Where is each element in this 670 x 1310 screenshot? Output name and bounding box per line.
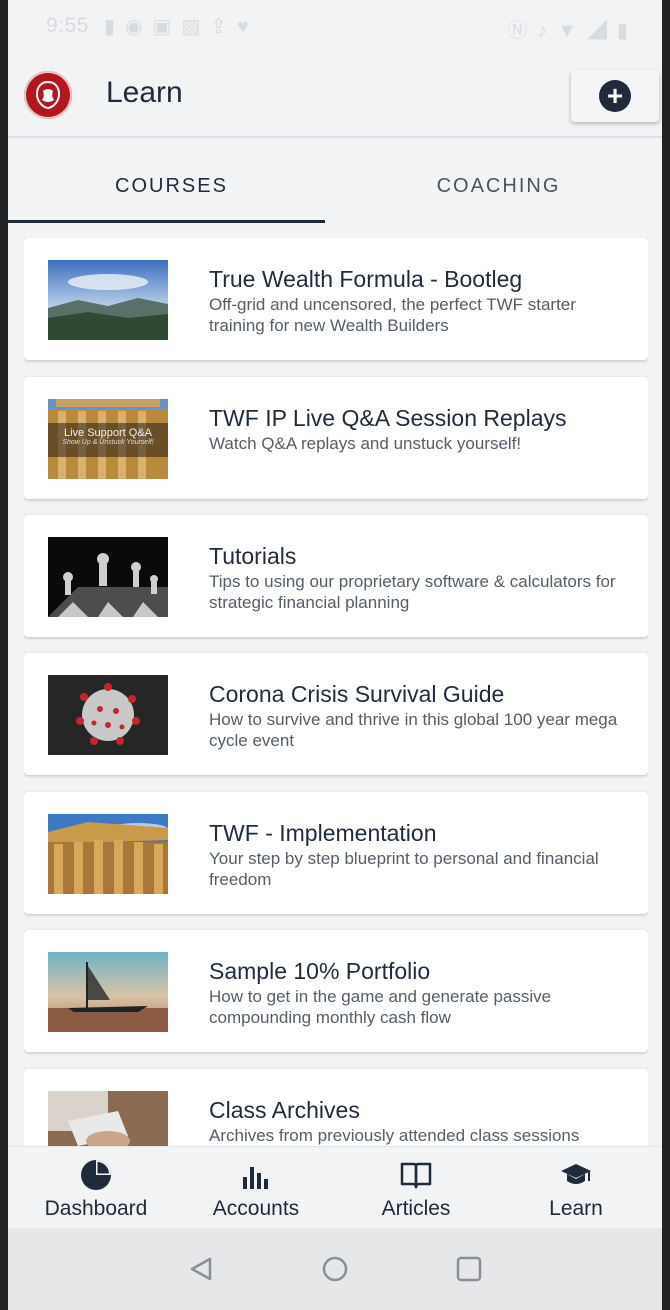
course-thumbnail [48,260,168,340]
course-card[interactable]: TWF - Implementation Your step by step b… [24,792,648,914]
status-bar: 9:55 ▮◉▣▨⇪♥ Ⓝ♪▼◢▮ [8,0,662,56]
course-card[interactable]: Tutorials Tips to using our proprietary … [24,515,648,637]
plus-icon: + [599,80,631,112]
thumbnail-caption-subtitle: Show Up & Unstuck Yourself! [62,439,154,446]
battery-saver-icon: ▮ [104,16,126,38]
nav-dashboard[interactable]: Dashboard [16,1147,176,1229]
active-tab-indicator [8,220,325,223]
bottom-navigation: Dashboard Accounts Articles Learn [8,1146,662,1229]
gmail-icon: ▣ [152,16,182,38]
signal-icon: ◢ [586,20,617,42]
gallery-icon: ▨ [181,16,211,38]
course-card[interactable]: Corona Crisis Survival Guide How to surv… [24,653,648,775]
add-button[interactable]: + [571,70,659,122]
course-description: Off-grid and uncensored, the perfect TWF… [209,295,576,335]
status-time: 9:55 [46,14,89,37]
course-list: True Wealth Formula - Bootleg Off-grid a… [24,238,648,1146]
course-title: True Wealth Formula - Bootleg [209,266,523,292]
tab-courses[interactable]: COURSES [8,138,335,224]
nav-learn[interactable]: Learn [496,1147,656,1229]
home-icon[interactable] [322,1256,348,1282]
tab-bar: COURSES COACHING [8,138,662,224]
upload-icon: ⇪ [210,16,238,38]
course-title: Sample 10% Portfolio [209,958,431,984]
pie-chart-icon [81,1160,111,1190]
course-description: Watch Q&A replays and unstuck yourself! [209,434,522,453]
graduation-cap-icon [561,1164,591,1184]
nfc-icon: Ⓝ [507,20,538,42]
course-description: How to survive and thrive in this global… [209,710,618,750]
app-notification-icon: ◉ [125,16,153,38]
course-thumbnail [48,675,168,755]
nav-articles[interactable]: Articles [336,1147,496,1229]
course-card[interactable]: Class Archives Archives from previously … [24,1069,648,1146]
course-title: Corona Crisis Survival Guide [209,681,505,707]
course-card[interactable]: Live Support Q&A Show Up & Unstuck Yours… [24,377,648,499]
course-title: Tutorials [209,543,297,569]
course-description: Your step by step blueprint to personal … [209,849,599,889]
wifi-icon: ▼ [557,20,587,42]
battery-icon: ▮ [616,20,638,42]
app-bar: Learn + [8,56,662,138]
recents-icon[interactable] [456,1256,482,1282]
system-navigation-bar [8,1228,662,1310]
course-thumbnail [48,952,168,1032]
course-description: Archives from previously attended class … [209,1126,580,1145]
thumbnail-caption-title: Live Support Q&A [63,427,153,439]
phone-screen: 9:55 ▮◉▣▨⇪♥ Ⓝ♪▼◢▮ Learn + COURSES COACHI… [8,0,662,1310]
course-title: Class Archives [209,1097,360,1123]
course-thumbnail [48,814,168,894]
back-icon[interactable] [188,1256,214,1282]
course-card[interactable]: Sample 10% Portfolio How to get in the g… [24,930,648,1052]
notification-icons: ▮◉▣▨⇪♥ [104,14,259,39]
nav-label: Articles [381,1197,451,1220]
thumbnail-caption: Live Support Q&A Show Up & Unstuck Yours… [48,423,168,457]
nav-accounts[interactable]: Accounts [176,1147,336,1229]
twitter-icon: ♥ [237,16,259,38]
course-thumbnail [48,1091,168,1146]
app-logo [24,71,72,119]
lion-logo-icon [35,80,61,110]
nav-label: Learn [549,1197,603,1220]
course-thumbnail [48,537,168,617]
nav-label: Dashboard [44,1197,148,1220]
course-description: Tips to using our proprietary software &… [209,572,616,612]
course-title: TWF - Implementation [209,820,437,846]
course-description: How to get in the game and generate pass… [209,987,552,1027]
mute-icon: ♪ [537,20,558,42]
tab-coaching[interactable]: COACHING [335,138,662,224]
course-title: TWF IP Live Q&A Session Replays [209,405,567,431]
nav-label: Accounts [212,1197,300,1220]
bar-chart-icon [243,1167,268,1189]
system-status-icons: Ⓝ♪▼◢▮ [507,14,638,43]
course-card[interactable]: True Wealth Formula - Bootleg Off-grid a… [24,238,648,360]
page-title: Learn [106,76,183,109]
course-thumbnail: Live Support Q&A Show Up & Unstuck Yours… [48,399,168,479]
open-book-icon [400,1162,432,1189]
